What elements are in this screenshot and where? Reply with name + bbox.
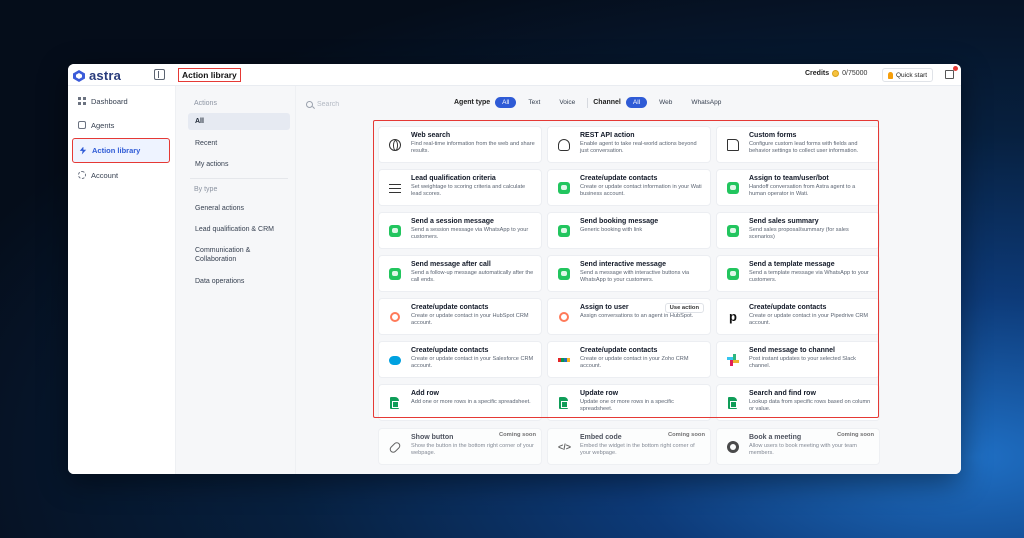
agent-type-voice-chip[interactable]: Voice [552, 97, 582, 108]
coming-soon-badge: Coming soon [498, 432, 536, 438]
by-type-heading: By type [194, 186, 218, 193]
subnav-data-operations[interactable]: Data operations [188, 273, 290, 290]
nav-label: Dashboard [91, 96, 128, 106]
agent-type-all-chip[interactable]: All [495, 97, 517, 108]
subnav-communication[interactable]: Communication & Collaboration [188, 242, 278, 268]
nav-action-library[interactable]: Action library [72, 138, 170, 163]
agents-icon [78, 121, 86, 129]
quick-start-label: Quick start [896, 71, 928, 79]
subnav-lead-crm[interactable]: Lead qualification & CRM [188, 221, 290, 238]
action-filter-sidebar: Actions All Recent My actions By type Ge… [176, 86, 296, 474]
nav-label: Agents [91, 120, 115, 130]
coming-soon-badge: Coming soon [667, 432, 705, 438]
sidebar: Dashboard Agents Action library Account [68, 86, 176, 474]
astra-logo-icon [73, 69, 85, 82]
action-card-description: Show the button in the bottom right corn… [411, 443, 534, 457]
subnav-all[interactable]: All [188, 113, 290, 131]
filter-bar: Agent type All Text Voice Channel All We… [454, 97, 728, 108]
grid-highlight-box [373, 120, 879, 418]
credits-count: 0/75000 [842, 70, 868, 77]
quick-start-button[interactable]: Quick start [882, 68, 934, 82]
nav-dashboard[interactable]: Dashboard [72, 90, 170, 112]
notification-dot [953, 66, 958, 71]
link-icon [388, 440, 402, 455]
gear-icon [78, 171, 86, 179]
channel-label: Channel [593, 99, 621, 106]
coin-icon [832, 70, 840, 77]
agent-type-text-chip[interactable]: Text [521, 97, 547, 108]
nav-agents[interactable]: Agents [72, 114, 170, 136]
search-box[interactable] [306, 96, 426, 112]
coming-soon-badge: Coming soon [836, 432, 874, 438]
action-card-description: Embed the widget in the bottom right cor… [580, 443, 695, 457]
main-content: Agent type All Text Voice Channel All We… [296, 86, 961, 474]
subnav-my-actions[interactable]: My actions [188, 156, 290, 173]
subnav-divider [190, 178, 288, 179]
nav-account[interactable]: Account [72, 164, 170, 186]
action-card[interactable]: </> Embed code Embed the widget in the bot… [547, 428, 711, 465]
action-card[interactable]: Book a meeting Allow users to book meetin… [716, 428, 880, 465]
nav-label: Account [91, 170, 119, 180]
bolt-icon [79, 146, 87, 155]
search-icon [306, 100, 313, 108]
nav-label: Action library [92, 146, 141, 155]
sidebar-toggle-icon[interactable] [154, 69, 165, 80]
calendar-icon [727, 441, 739, 453]
actions-heading: Actions [194, 100, 217, 107]
code-icon: </> [558, 442, 572, 452]
brand-name: astra [89, 68, 122, 83]
app-window: astra Action library Credits 0/75000 Qui… [68, 64, 961, 474]
credits-label: Credits [805, 70, 830, 77]
credits: Credits 0/75000 [805, 70, 867, 77]
dashboard-icon [78, 97, 86, 105]
subnav-recent[interactable]: Recent [188, 135, 290, 152]
action-card[interactable]: Show button Show the button in the bottom… [378, 428, 542, 465]
bulb-icon [888, 71, 893, 79]
search-input[interactable] [317, 100, 417, 108]
gift-icon[interactable] [945, 70, 954, 79]
channel-whatsapp-chip[interactable]: WhatsApp [684, 97, 728, 108]
logo[interactable]: astra [72, 68, 121, 83]
channel-all-chip[interactable]: All [625, 97, 648, 108]
subnav-general-actions[interactable]: General actions [188, 200, 290, 217]
agent-type-label: Agent type [454, 99, 491, 106]
top-bar: astra Action library Credits 0/75000 Qui… [68, 64, 961, 86]
action-card-description: Allow users to book meeting with your te… [749, 443, 857, 457]
filter-divider [587, 97, 589, 108]
page-title: Action library [178, 68, 241, 82]
channel-web-chip[interactable]: Web [652, 97, 679, 108]
